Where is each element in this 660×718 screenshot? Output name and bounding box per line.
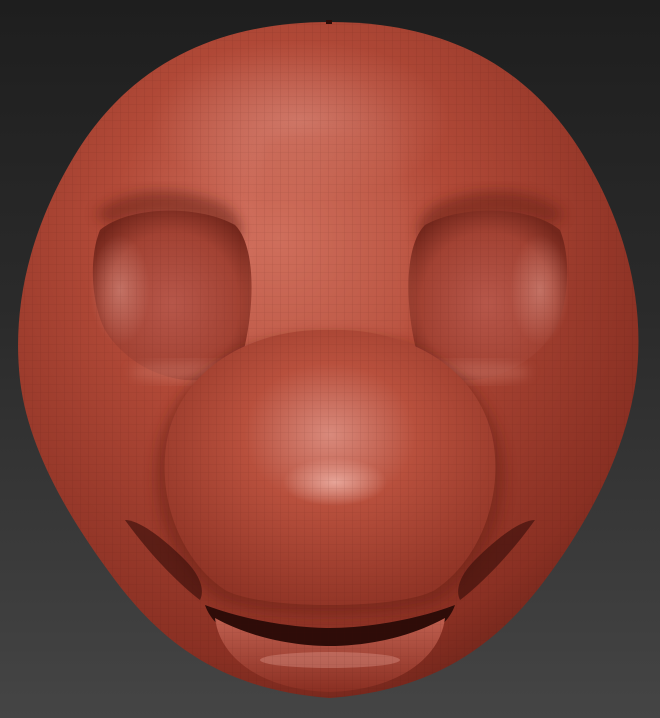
wireframe-overlay — [18, 22, 639, 698]
viewport[interactable] — [0, 0, 660, 718]
sculpt-render — [18, 20, 639, 698]
vertex-marker — [326, 20, 332, 24]
